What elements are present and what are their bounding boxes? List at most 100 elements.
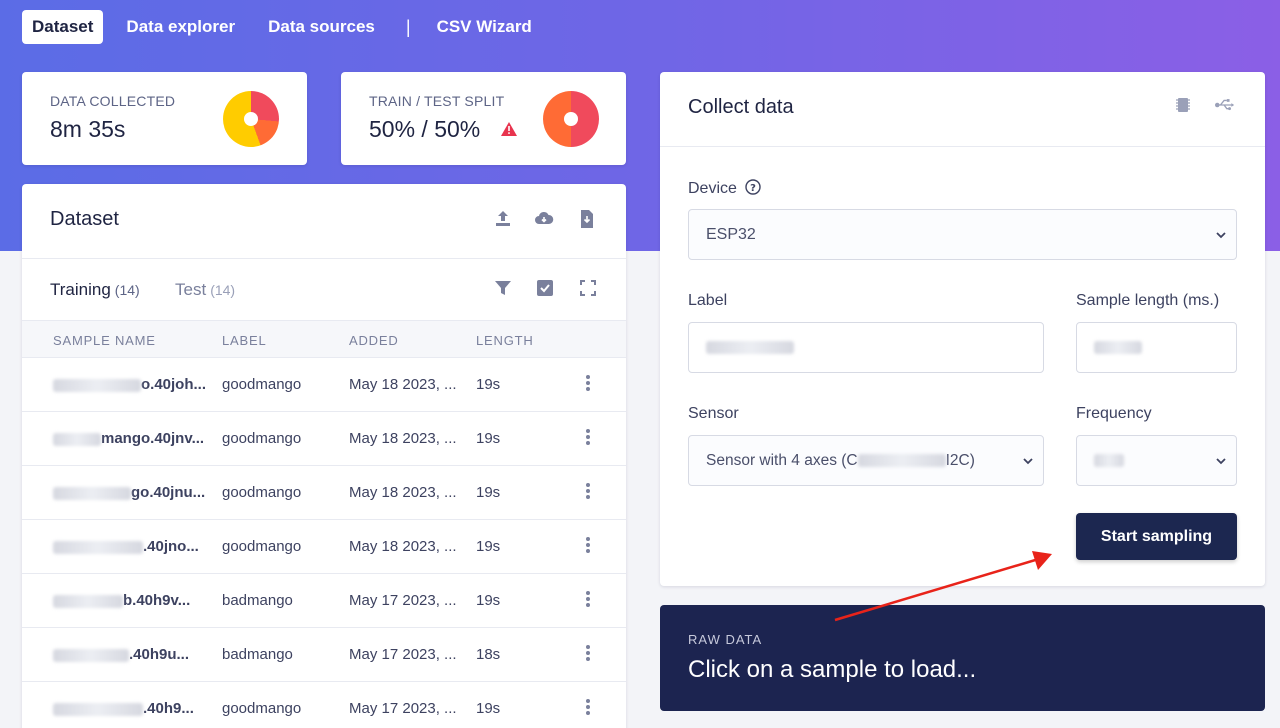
- sample-added: May 17 2023, ...: [349, 700, 457, 717]
- raw-data-message: Click on a sample to load...: [688, 656, 977, 683]
- data-collected-label: DATA COLLECTED: [50, 93, 176, 109]
- table-header: SAMPLE NAME LABEL ADDED LENGTH: [22, 320, 626, 358]
- tab-training-label: Training: [50, 280, 111, 299]
- split-pie: [543, 91, 599, 147]
- tab-training-count: (14): [114, 282, 140, 298]
- tab-test[interactable]: Test (14): [175, 280, 235, 300]
- device-select[interactable]: ESP32: [688, 209, 1237, 260]
- sample-length: 19s: [476, 430, 501, 447]
- row-menu-icon[interactable]: [585, 699, 591, 715]
- sample-name: .40h9u...: [53, 646, 189, 663]
- sample-length: 19s: [476, 484, 501, 501]
- sample-label: goodmango: [222, 700, 302, 717]
- sample-length: 19s: [476, 376, 501, 393]
- chip-icon[interactable]: [1173, 95, 1193, 115]
- sample-label: badmango: [222, 592, 293, 609]
- sample-length: 19s: [476, 700, 501, 717]
- cloud-download-icon[interactable]: [534, 209, 554, 229]
- row-menu-icon[interactable]: [585, 375, 591, 391]
- dataset-card: Dataset Training (14) Test (14) SAMPLE NAM…: [22, 184, 626, 728]
- raw-data-panel: RAW DATA Click on a sample to load...: [660, 605, 1265, 711]
- tab-data-sources[interactable]: Data sources: [258, 10, 385, 44]
- upload-icon[interactable]: [493, 209, 513, 229]
- tab-test-label: Test: [175, 280, 207, 299]
- frequency-select[interactable]: [1076, 435, 1237, 486]
- sample-name: mango.40jnv...: [53, 430, 204, 447]
- chevron-down-icon: [1216, 232, 1226, 239]
- warning-triangle-icon: [501, 122, 517, 136]
- table-row[interactable]: b.40h9v... badmango May 17 2023, ... 19s: [22, 574, 626, 628]
- dataset-title: Dataset: [50, 208, 119, 230]
- sample-label: badmango: [222, 646, 293, 663]
- tab-data-explorer[interactable]: Data explorer: [116, 10, 245, 44]
- sample-name: .40h9...: [53, 700, 194, 717]
- sample-label: goodmango: [222, 430, 302, 447]
- sample-added: May 18 2023, ...: [349, 430, 457, 447]
- table-row[interactable]: .40h9... goodmango May 17 2023, ... 19s: [22, 682, 626, 728]
- frequency-label: Frequency: [1076, 405, 1152, 422]
- sample-added: May 17 2023, ...: [349, 646, 457, 663]
- checkbox-icon[interactable]: [535, 278, 555, 298]
- label-input[interactable]: [688, 322, 1044, 373]
- sample-label: goodmango: [222, 538, 302, 555]
- sample-added: May 17 2023, ...: [349, 592, 457, 609]
- expand-icon[interactable]: [578, 278, 598, 298]
- column-label[interactable]: LABEL: [222, 333, 266, 348]
- table-row[interactable]: go.40jnu... goodmango May 18 2023, ... 1…: [22, 466, 626, 520]
- sensor-select[interactable]: Sensor with 4 axes (C I2C): [688, 435, 1044, 486]
- sample-added: May 18 2023, ...: [349, 538, 457, 555]
- usb-icon[interactable]: [1215, 95, 1235, 115]
- sample-label: goodmango: [222, 484, 302, 501]
- sample-length: 19s: [476, 538, 501, 555]
- label-field-label: Label: [688, 292, 728, 309]
- file-export-icon[interactable]: [577, 209, 597, 229]
- tab-dataset[interactable]: Dataset: [22, 10, 104, 44]
- table-row[interactable]: o.40joh... goodmango May 18 2023, ... 19…: [22, 358, 626, 412]
- start-sampling-button[interactable]: Start sampling: [1076, 513, 1237, 560]
- column-added[interactable]: ADDED: [349, 333, 399, 348]
- tab-test-count: (14): [210, 282, 236, 298]
- nav-separator: |: [405, 16, 411, 37]
- collect-header-divider: [660, 146, 1265, 147]
- table-row[interactable]: .40jno... goodmango May 18 2023, ... 19s: [22, 520, 626, 574]
- raw-data-label: RAW DATA: [688, 632, 763, 647]
- dataset-header-divider: [22, 258, 626, 259]
- sample-name: b.40h9v...: [53, 592, 190, 609]
- sample-name: o.40joh...: [53, 376, 206, 393]
- sample-name: go.40jnu...: [53, 484, 205, 501]
- filter-icon[interactable]: [493, 278, 513, 298]
- collect-data-title: Collect data: [688, 96, 794, 118]
- sample-length-input[interactable]: [1076, 322, 1237, 373]
- split-label: TRAIN / TEST SPLIT: [369, 93, 505, 109]
- table-row[interactable]: mango.40jnv... goodmango May 18 2023, ..…: [22, 412, 626, 466]
- table-row[interactable]: .40h9u... badmango May 17 2023, ... 18s: [22, 628, 626, 682]
- sample-name: .40jno...: [53, 538, 199, 555]
- chevron-down-icon: [1023, 458, 1033, 465]
- split-value: 50% / 50%: [369, 116, 481, 142]
- help-icon[interactable]: ?: [745, 179, 762, 195]
- chevron-down-icon: [1216, 458, 1226, 465]
- data-collected-card: DATA COLLECTED 8m 35s: [22, 72, 307, 165]
- svg-text:?: ?: [750, 183, 756, 194]
- sample-added: May 18 2023, ...: [349, 376, 457, 393]
- device-label: Device ?: [688, 179, 762, 198]
- row-menu-icon[interactable]: [585, 483, 591, 499]
- tab-csv-wizard[interactable]: CSV Wizard: [427, 10, 542, 44]
- top-navigation: Dataset Data explorer Data sources | CSV…: [22, 10, 555, 44]
- tab-training[interactable]: Training (14): [50, 280, 140, 300]
- sample-length-label: Sample length (ms.): [1076, 292, 1220, 309]
- row-menu-icon[interactable]: [585, 429, 591, 445]
- row-menu-icon[interactable]: [585, 645, 591, 661]
- collect-data-card: Collect data Device ? ESP32 Label Sample…: [660, 72, 1265, 586]
- sample-length: 19s: [476, 592, 501, 609]
- row-menu-icon[interactable]: [585, 537, 591, 553]
- sample-label: goodmango: [222, 376, 302, 393]
- train-test-split-card: TRAIN / TEST SPLIT 50% / 50%: [341, 72, 626, 165]
- data-collected-pie: [223, 91, 279, 147]
- data-collected-value: 8m 35s: [50, 116, 126, 142]
- row-menu-icon[interactable]: [585, 591, 591, 607]
- column-length[interactable]: LENGTH: [476, 333, 534, 348]
- sensor-label: Sensor: [688, 405, 739, 422]
- column-sample-name[interactable]: SAMPLE NAME: [53, 333, 156, 348]
- sample-added: May 18 2023, ...: [349, 484, 457, 501]
